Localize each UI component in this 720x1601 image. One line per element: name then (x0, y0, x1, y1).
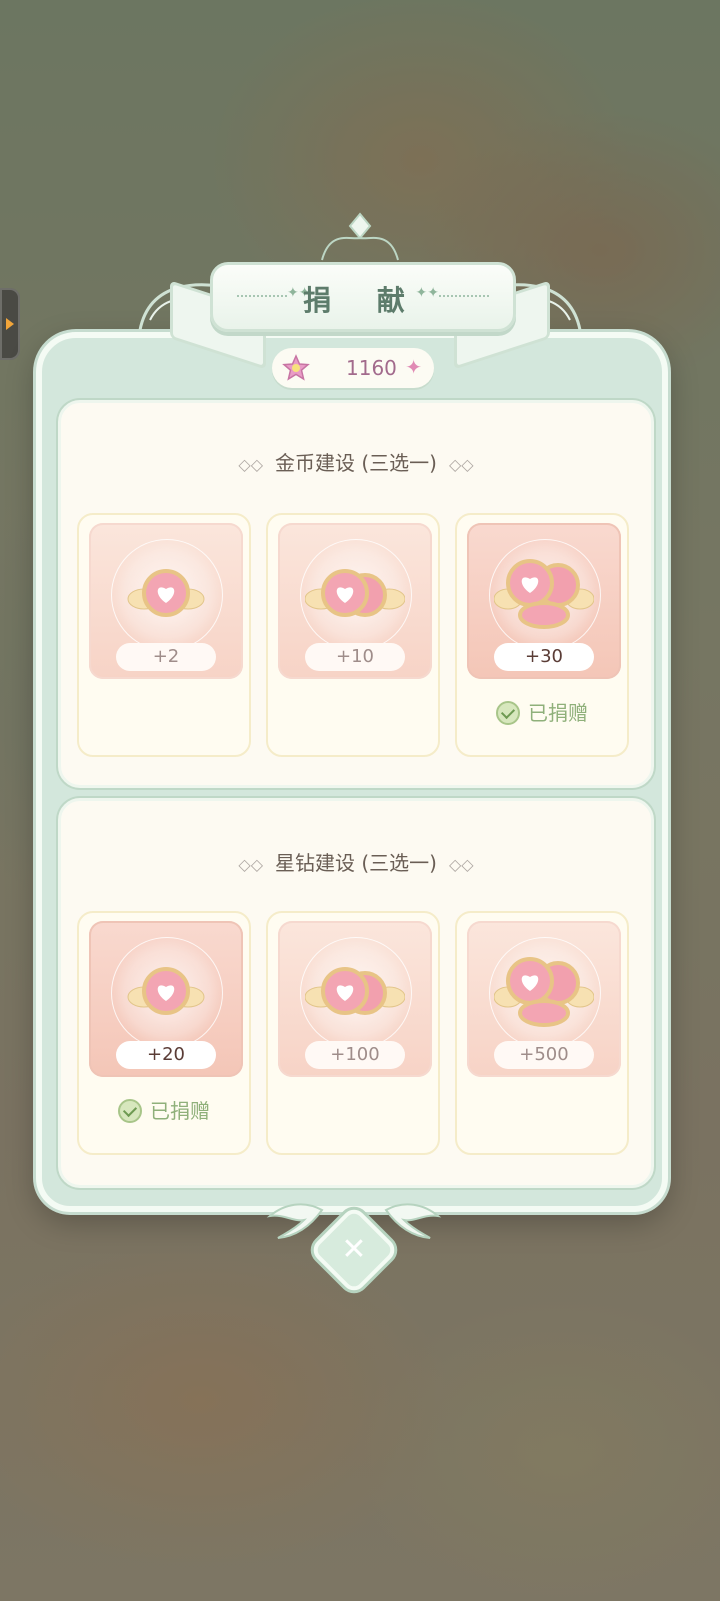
heart-coins-icon (305, 967, 405, 1015)
gold-construction-section: ◇◇ 金币建设 (三选一) ◇◇ +2 +10 +30 已捐赠 (58, 400, 654, 788)
heart-coin-pile-icon (494, 559, 594, 629)
check-circle-icon (496, 701, 520, 725)
section-title: 星钻建设 (三选一) (275, 851, 437, 875)
donated-label: 已捐赠 (150, 1099, 210, 1123)
donated-status: 已捐赠 (457, 697, 627, 726)
reward-card: +100 (278, 921, 432, 1077)
diamond-deco-icon: ◇◇ (238, 855, 264, 874)
section-title-wrap: ◇◇ 星钻建设 (三选一) ◇◇ (61, 847, 651, 876)
donation-option-diamond-1[interactable]: +20 已捐赠 (77, 911, 251, 1155)
donated-status: 已捐赠 (79, 1095, 249, 1124)
reward-amount: +10 (305, 643, 405, 671)
leaf-ornament-icon (266, 1203, 324, 1239)
reward-card: +30 (467, 523, 621, 679)
diamond-deco-icon: ◇◇ (238, 455, 264, 474)
donated-label: 已捐赠 (528, 701, 588, 725)
donation-option-gold-2[interactable]: +10 (266, 513, 440, 757)
section-title-wrap: ◇◇ 金币建设 (三选一) ◇◇ (61, 447, 651, 476)
heart-coin-pile-icon (494, 957, 594, 1027)
reward-amount: +2 (116, 643, 216, 671)
section-title: 金币建设 (三选一) (275, 451, 437, 475)
heart-coins-icon (305, 569, 405, 617)
donation-option-diamond-2[interactable]: +100 (266, 911, 440, 1155)
crown-ornament-icon (321, 212, 399, 261)
reward-amount: +20 (116, 1041, 216, 1069)
diamond-deco-icon: ◇◇ (448, 455, 474, 474)
donation-option-diamond-3[interactable]: +500 (455, 911, 629, 1155)
close-button-wrap: ✕ (264, 1200, 444, 1296)
plus-sparkle-icon[interactable]: ✦ (405, 357, 422, 377)
heart-coin-icon (127, 569, 205, 617)
reward-card: +20 (89, 921, 243, 1077)
reward-card: +2 (89, 523, 243, 679)
diamond-deco-icon: ◇◇ (448, 855, 474, 874)
title-ribbon: ✦✦ ✦✦ 捐 献 (210, 262, 516, 332)
dialog-title: 捐 献 (303, 284, 423, 317)
heart-coin-icon (127, 967, 205, 1015)
close-icon[interactable]: ✕ (322, 1218, 386, 1282)
dialog-title-banner: ✦✦ ✦✦ 捐 献 (130, 210, 590, 370)
reward-amount: +30 (494, 643, 594, 671)
reward-amount: +500 (494, 1041, 594, 1069)
star-currency-counter[interactable]: 1160 ✦ (272, 348, 434, 388)
star-diamond-construction-section: ◇◇ 星钻建设 (三选一) ◇◇ +20 已捐赠 +100 +500 (58, 798, 654, 1188)
side-drawer-tab[interactable] (0, 288, 20, 360)
check-circle-icon (118, 1099, 142, 1123)
donation-option-gold-3[interactable]: +30 已捐赠 (455, 513, 629, 757)
reward-amount: +100 (305, 1041, 405, 1069)
reward-card: +500 (467, 921, 621, 1077)
pink-star-icon (282, 354, 310, 381)
leaf-ornament-icon (384, 1203, 442, 1239)
currency-value: 1160 (346, 356, 397, 380)
donation-option-gold-1[interactable]: +2 (77, 513, 251, 757)
reward-card: +10 (278, 523, 432, 679)
